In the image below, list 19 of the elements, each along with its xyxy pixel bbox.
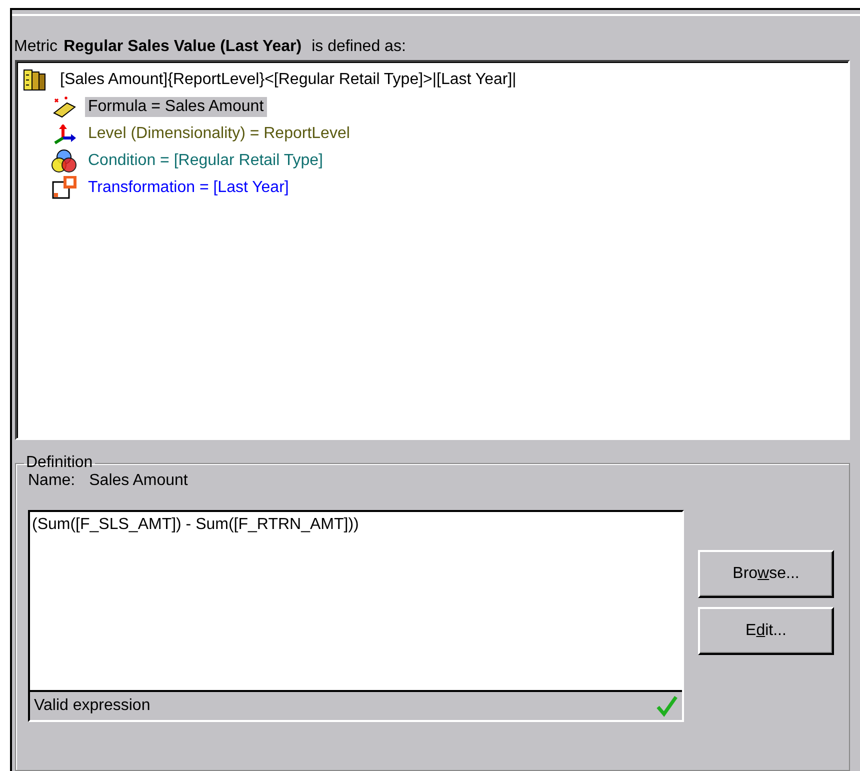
- defined-as-label: is defined as:: [312, 38, 406, 56]
- metric-name: Regular Sales Value (Last Year): [64, 38, 302, 56]
- tree-item[interactable]: Transformation = [Last Year]: [85, 178, 292, 198]
- metric-label: Metric: [14, 38, 58, 56]
- group-title: Definition: [25, 454, 94, 472]
- tree-item[interactable]: [Sales Amount]{ReportLevel}<[Regular Retail Type]>|[Last Year]|: [57, 70, 520, 90]
- browse-button[interactable]: Browse...: [698, 550, 834, 598]
- edit-button[interactable]: Edit...: [698, 607, 834, 655]
- name-label: Name:: [28, 472, 76, 490]
- expression-field[interactable]: (Sum([F_SLS_AMT]) - Sum([F_RTRN_AMT])): [30, 512, 682, 690]
- axes-icon: [51, 122, 77, 146]
- status-text: Valid expression: [34, 697, 150, 715]
- tree-item[interactable]: Condition = [Regular Retail Type]: [85, 150, 326, 170]
- transform-icon: [51, 176, 77, 200]
- tree-item[interactable]: Formula = Sales Amount: [85, 96, 267, 116]
- tree-item[interactable]: Level (Dimensionality) = ReportLevel: [85, 124, 353, 144]
- venn-icon: [51, 148, 77, 172]
- name-value: Sales Amount: [89, 472, 188, 490]
- ruler-icon: [51, 94, 77, 118]
